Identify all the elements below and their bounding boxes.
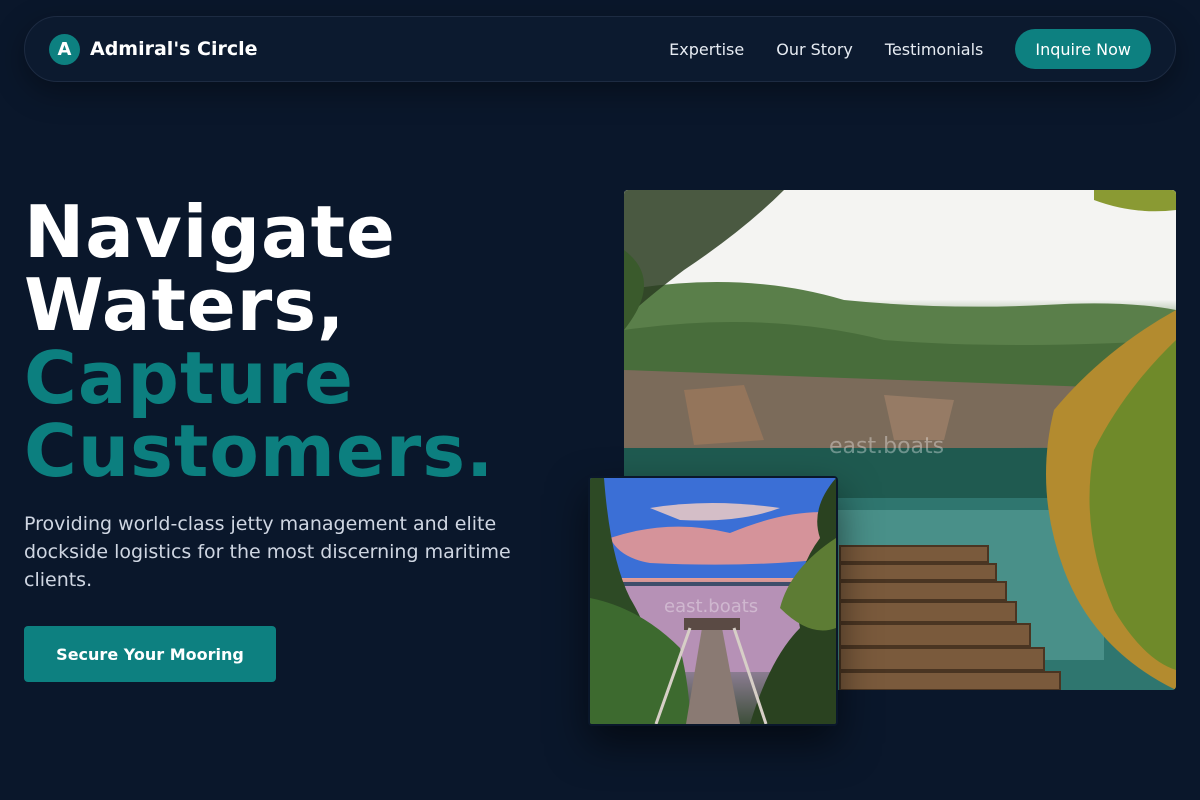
brand-logo-icon: A: [49, 33, 80, 65]
hero-subtitle: Providing world-class jetty management a…: [24, 513, 511, 591]
top-navbar: A Admiral's Circle Expertise Our Story T…: [24, 16, 1176, 82]
nav-link-testimonials[interactable]: Testimonials: [885, 40, 984, 59]
hero-title-line-2: Waters,: [24, 263, 346, 347]
hero-title-line-4: Customers.: [24, 409, 495, 493]
secure-mooring-button[interactable]: Secure Your Mooring: [24, 626, 276, 682]
small-photo-watermark: east.boats: [664, 596, 759, 617]
inquire-now-button[interactable]: Inquire Now: [1015, 29, 1151, 69]
large-photo-watermark: east.boats: [829, 434, 945, 459]
nav-link-our-story[interactable]: Our Story: [776, 40, 853, 59]
sunset-pier-photo: east.boats: [588, 476, 838, 726]
nav-link-expertise[interactable]: Expertise: [669, 40, 744, 59]
nav-links: Expertise Our Story Testimonials Inquire…: [669, 29, 1151, 69]
brand[interactable]: A Admiral's Circle: [49, 33, 258, 65]
hero-title-line-1: Navigate: [24, 190, 396, 274]
hero-title: Navigate Waters, Capture Customers.: [24, 196, 494, 488]
brand-name: Admiral's Circle: [90, 38, 258, 60]
hero-title-line-3: Capture: [24, 336, 354, 420]
